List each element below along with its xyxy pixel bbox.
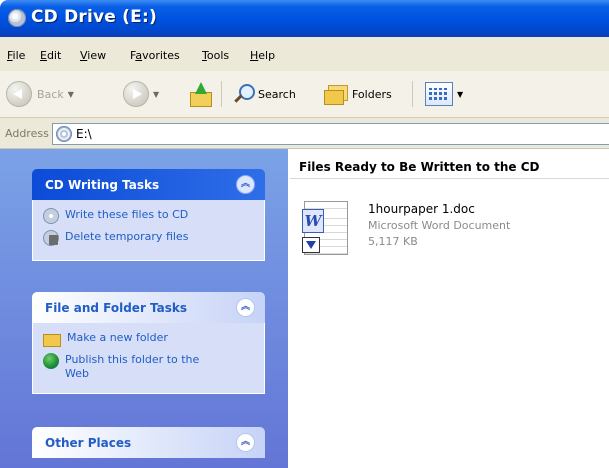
search-label: Search — [258, 87, 296, 101]
task-label: Make a new folder — [67, 331, 168, 344]
file-folder-tasks-panel: File and Folder Tasks ︽ Make a new folde… — [32, 292, 265, 394]
panel-title: File and Folder Tasks — [45, 301, 188, 315]
task-label: Publish this folder to the Web — [65, 353, 200, 380]
menu-favorites[interactable]: Favorites — [130, 49, 180, 62]
file-size: 5,117 KB — [368, 235, 418, 248]
search-icon — [232, 83, 255, 105]
up-folder-button[interactable] — [190, 77, 212, 111]
views-dropdown-icon[interactable]: ▼ — [457, 90, 463, 99]
word-document-icon: W — [300, 199, 352, 257]
panel-body: Write these files to CD Delete temporary… — [32, 200, 265, 261]
cd-delete-icon — [43, 230, 59, 246]
window-title: CD Drive (E:) — [31, 7, 157, 27]
folders-icon — [324, 83, 348, 105]
back-button[interactable]: Back ▼ — [6, 77, 74, 111]
up-folder-icon — [190, 82, 212, 107]
write-files-to-cd-link[interactable]: Write these files to CD — [43, 208, 264, 224]
menu-edit[interactable]: Edit — [40, 49, 61, 62]
file-type: Microsoft Word Document — [368, 219, 511, 232]
menu-view[interactable]: View — [80, 49, 106, 62]
panel-body: Make a new folder Publish this folder to… — [32, 323, 265, 394]
new-folder-icon — [43, 334, 61, 347]
window-titlebar[interactable]: CD Drive (E:) — [0, 0, 609, 37]
toolbar-separator — [412, 81, 413, 107]
back-arrow-icon — [6, 81, 32, 107]
cd-writing-tasks-panel: CD Writing Tasks ︽ Write these files to … — [32, 169, 265, 261]
views-icon — [425, 82, 453, 106]
views-button[interactable]: ▼ — [425, 77, 463, 111]
publish-folder-web-link[interactable]: Publish this folder to the Web — [43, 353, 213, 381]
menu-help[interactable]: Help — [250, 49, 275, 62]
delete-temporary-files-link[interactable]: Delete temporary files — [43, 230, 264, 246]
back-label: Back — [37, 87, 64, 101]
menu-tools[interactable]: Tools — [202, 49, 229, 62]
back-dropdown-icon[interactable]: ▼ — [68, 90, 74, 99]
file-name: 1hourpaper 1.doc — [368, 202, 475, 216]
menu-bar: File Edit View Favorites Tools Help — [0, 37, 609, 72]
toolbar: Back ▼ ▼ Search Folders ▼ — [0, 71, 609, 118]
forward-dropdown-icon[interactable]: ▼ — [153, 90, 159, 99]
task-label: Delete temporary files — [65, 230, 189, 243]
menu-file[interactable]: File — [7, 49, 25, 62]
cd-drive-icon — [8, 9, 26, 27]
collapse-chevron-icon[interactable]: ︽ — [236, 298, 255, 317]
folders-label: Folders — [352, 87, 392, 101]
panel-header[interactable]: CD Writing Tasks ︽ — [32, 169, 265, 200]
address-bar: Address E:\ — [0, 118, 609, 149]
make-new-folder-link[interactable]: Make a new folder — [43, 331, 264, 347]
panel-header[interactable]: Other Places ︽ — [32, 427, 265, 458]
task-pane: CD Writing Tasks ︽ Write these files to … — [0, 149, 288, 468]
forward-button[interactable]: ▼ — [123, 77, 159, 111]
file-item[interactable]: W 1hourpaper 1.doc Microsoft Word Docume… — [300, 199, 600, 269]
panel-title: Other Places — [45, 436, 132, 450]
address-label: Address — [5, 127, 49, 140]
collapse-chevron-icon[interactable]: ︽ — [236, 175, 255, 194]
forward-arrow-icon — [123, 81, 149, 107]
task-label: Write these files to CD — [65, 208, 189, 221]
content-group-heading: Files Ready to Be Written to the CD — [299, 160, 540, 174]
cd-write-icon — [43, 208, 59, 224]
search-button[interactable]: Search — [232, 77, 296, 111]
panel-header[interactable]: File and Folder Tasks ︽ — [32, 292, 265, 323]
folders-button[interactable]: Folders — [324, 77, 392, 111]
address-value[interactable]: E:\ — [76, 127, 92, 141]
toolbar-separator — [221, 81, 222, 107]
heading-divider — [290, 178, 609, 179]
other-places-panel: Other Places ︽ — [32, 427, 265, 458]
address-field[interactable]: E:\ — [52, 123, 609, 145]
collapse-chevron-icon[interactable]: ︽ — [236, 433, 255, 452]
pending-write-arrow-icon — [302, 237, 320, 253]
panel-title: CD Writing Tasks — [45, 178, 160, 192]
globe-icon — [43, 353, 59, 369]
cd-drive-icon — [56, 126, 72, 142]
